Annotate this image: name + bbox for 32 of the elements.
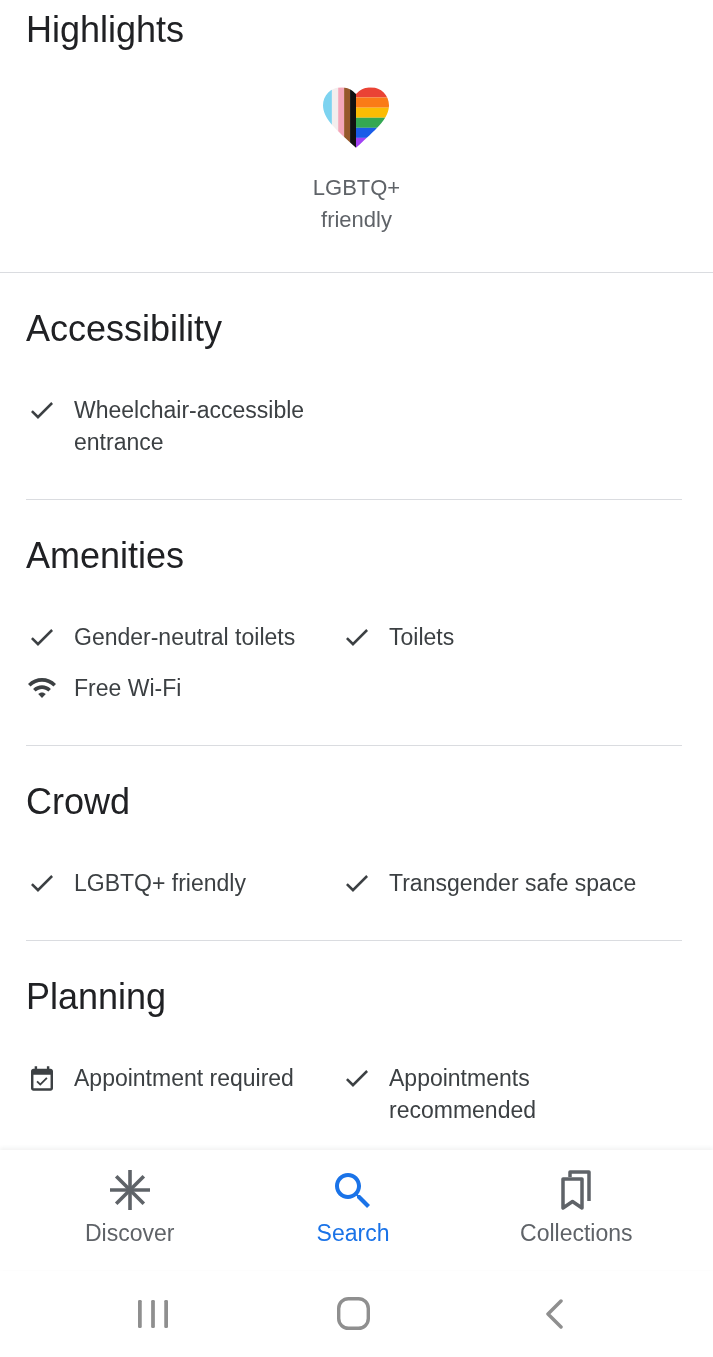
section-heading: Amenities (26, 534, 185, 578)
highlight-label: LGBTQ+ friendly (312, 174, 401, 234)
check-icon (346, 874, 368, 892)
check-icon (346, 1069, 368, 1087)
recent-apps-icon[interactable] (137, 1298, 168, 1329)
attribute-label: Free Wi-Fi (74, 674, 182, 703)
attribute-label: Gender-neutral toilets (74, 623, 296, 652)
nav-tab[interactable]: Search (308, 1166, 398, 1251)
nav-tab[interactable]: Discover (76, 1166, 183, 1251)
calendar-icon (31, 1065, 53, 1091)
attribute-label: Transgender safe space (389, 869, 637, 898)
attribute-label: Appointment required (74, 1064, 294, 1093)
home-icon[interactable] (337, 1297, 370, 1330)
heart-icon (323, 87, 390, 148)
attribute-label: Wheelchair-accessible entrance (74, 396, 306, 457)
bookmarks-icon (561, 1170, 592, 1210)
search-icon (335, 1172, 371, 1208)
back-icon[interactable] (546, 1298, 563, 1329)
section-heading: Accessibility (26, 307, 223, 351)
attribute-label: Toilets (389, 623, 455, 652)
attribute-label: LGBTQ+ friendly (74, 869, 246, 898)
check-icon (31, 628, 53, 646)
attribute-label: Appointments recommended (389, 1064, 538, 1125)
wifi-icon (28, 678, 56, 698)
check-icon (346, 628, 368, 646)
section-heading: Highlights (26, 8, 185, 52)
asterisk-icon (109, 1170, 150, 1210)
section-heading: Planning (26, 975, 167, 1019)
check-icon (31, 401, 53, 419)
check-icon (31, 874, 53, 892)
section-heading: Crowd (26, 780, 131, 824)
nav-tab[interactable]: Collections (512, 1166, 641, 1251)
